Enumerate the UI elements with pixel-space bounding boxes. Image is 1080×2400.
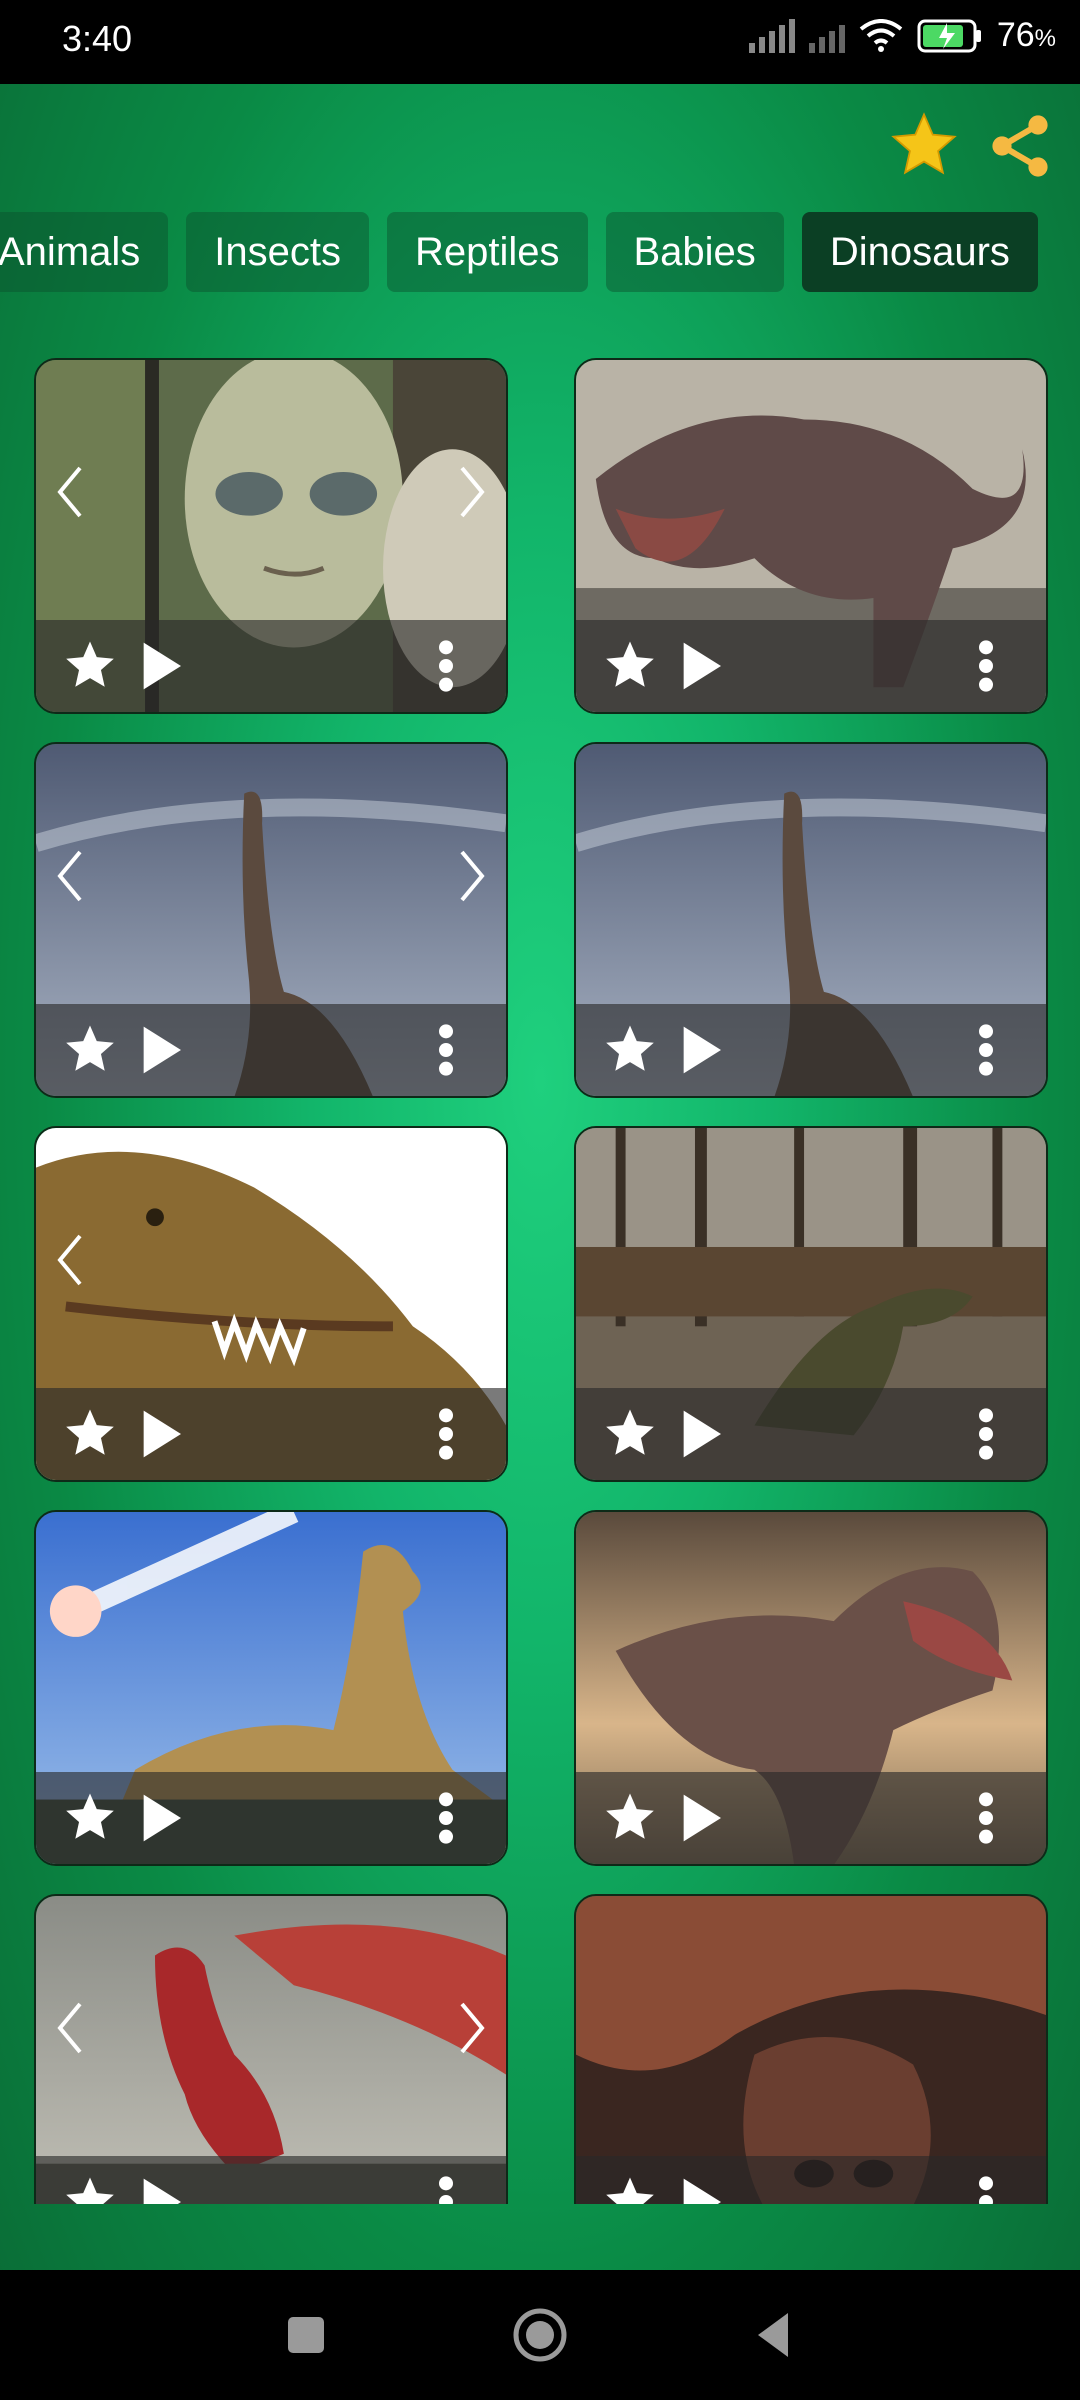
tab-label: Reptiles (414, 229, 560, 274)
signal-icon (748, 18, 795, 53)
status-time: 3:40 (62, 18, 133, 59)
play-icon[interactable] (672, 638, 728, 694)
star-icon[interactable] (62, 1406, 118, 1462)
tab-reptiles[interactable]: Reptiles (386, 212, 588, 292)
tab-label: Babies (633, 229, 756, 274)
tab-insects[interactable]: Insects (186, 212, 369, 292)
play-icon[interactable] (672, 1406, 728, 1462)
chevron-left-icon[interactable] (50, 844, 90, 908)
more-vertical-icon[interactable] (434, 1022, 458, 1078)
chevron-right-icon[interactable] (452, 460, 492, 524)
sound-card[interactable] (34, 1126, 508, 1482)
share-icon[interactable] (984, 110, 1056, 182)
more-vertical-icon[interactable] (974, 1022, 998, 1078)
status-icons: 76% (748, 16, 1056, 55)
sound-card[interactable] (574, 358, 1048, 714)
home-circle-icon[interactable] (510, 2305, 570, 2365)
sound-card[interactable] (574, 1894, 1048, 2204)
sound-grid (0, 354, 1080, 2204)
more-vertical-icon[interactable] (974, 1406, 998, 1462)
category-tabs: Animals Insects Reptiles Babies Dinosaur… (0, 212, 1050, 292)
star-icon[interactable] (602, 1022, 658, 1078)
sound-card[interactable] (34, 1894, 508, 2204)
chevron-left-icon[interactable] (50, 460, 90, 524)
tab-label: Dinosaurs (829, 229, 1010, 274)
star-icon[interactable] (602, 2174, 658, 2204)
play-icon[interactable] (132, 2174, 188, 2204)
play-icon[interactable] (672, 2174, 728, 2204)
chevron-right-icon[interactable] (452, 844, 492, 908)
more-vertical-icon[interactable] (974, 2174, 998, 2204)
more-vertical-icon[interactable] (974, 1790, 998, 1846)
play-icon[interactable] (132, 1790, 188, 1846)
more-vertical-icon[interactable] (974, 638, 998, 694)
play-icon[interactable] (672, 1022, 728, 1078)
star-icon[interactable] (602, 638, 658, 694)
top-bar (0, 84, 1080, 204)
tab-dinosaurs[interactable]: Dinosaurs (801, 212, 1038, 292)
sound-card[interactable] (34, 742, 508, 1098)
more-vertical-icon[interactable] (434, 1790, 458, 1846)
more-vertical-icon[interactable] (434, 1406, 458, 1462)
more-vertical-icon[interactable] (434, 2174, 458, 2204)
sound-card[interactable] (574, 1510, 1048, 1866)
play-icon[interactable] (132, 1406, 188, 1462)
battery-icon (917, 19, 981, 52)
star-icon[interactable] (62, 1022, 118, 1078)
back-triangle-icon[interactable] (744, 2305, 804, 2365)
sound-card[interactable] (34, 358, 508, 714)
sound-card[interactable] (34, 1510, 508, 1866)
sound-card[interactable] (574, 1126, 1048, 1482)
play-icon[interactable] (672, 1790, 728, 1846)
play-icon[interactable] (132, 1022, 188, 1078)
tab-label: Animals (0, 229, 141, 274)
tab-babies[interactable]: Babies (605, 212, 784, 292)
more-vertical-icon[interactable] (434, 638, 458, 694)
star-icon[interactable] (62, 638, 118, 694)
status-bar: 3:40 76% (0, 0, 1080, 84)
battery-percent: 76% (996, 16, 1056, 54)
star-icon[interactable] (62, 2174, 118, 2204)
star-icon[interactable] (602, 1406, 658, 1462)
tab-label: Insects (214, 229, 341, 274)
play-icon[interactable] (132, 638, 188, 694)
chevron-left-icon[interactable] (50, 1228, 90, 1292)
system-nav-bar (0, 2270, 1080, 2400)
wifi-icon (859, 18, 903, 52)
chevron-right-icon[interactable] (452, 1996, 492, 2060)
star-icon[interactable] (602, 1790, 658, 1846)
recents-square-icon[interactable] (276, 2305, 336, 2365)
star-icon[interactable] (62, 1790, 118, 1846)
tab-animals[interactable]: Animals (0, 212, 169, 292)
signal-2-icon (808, 19, 845, 53)
chevron-left-icon[interactable] (50, 1996, 90, 2060)
sound-card[interactable] (574, 742, 1048, 1098)
favorite-star-icon[interactable] (888, 110, 960, 182)
